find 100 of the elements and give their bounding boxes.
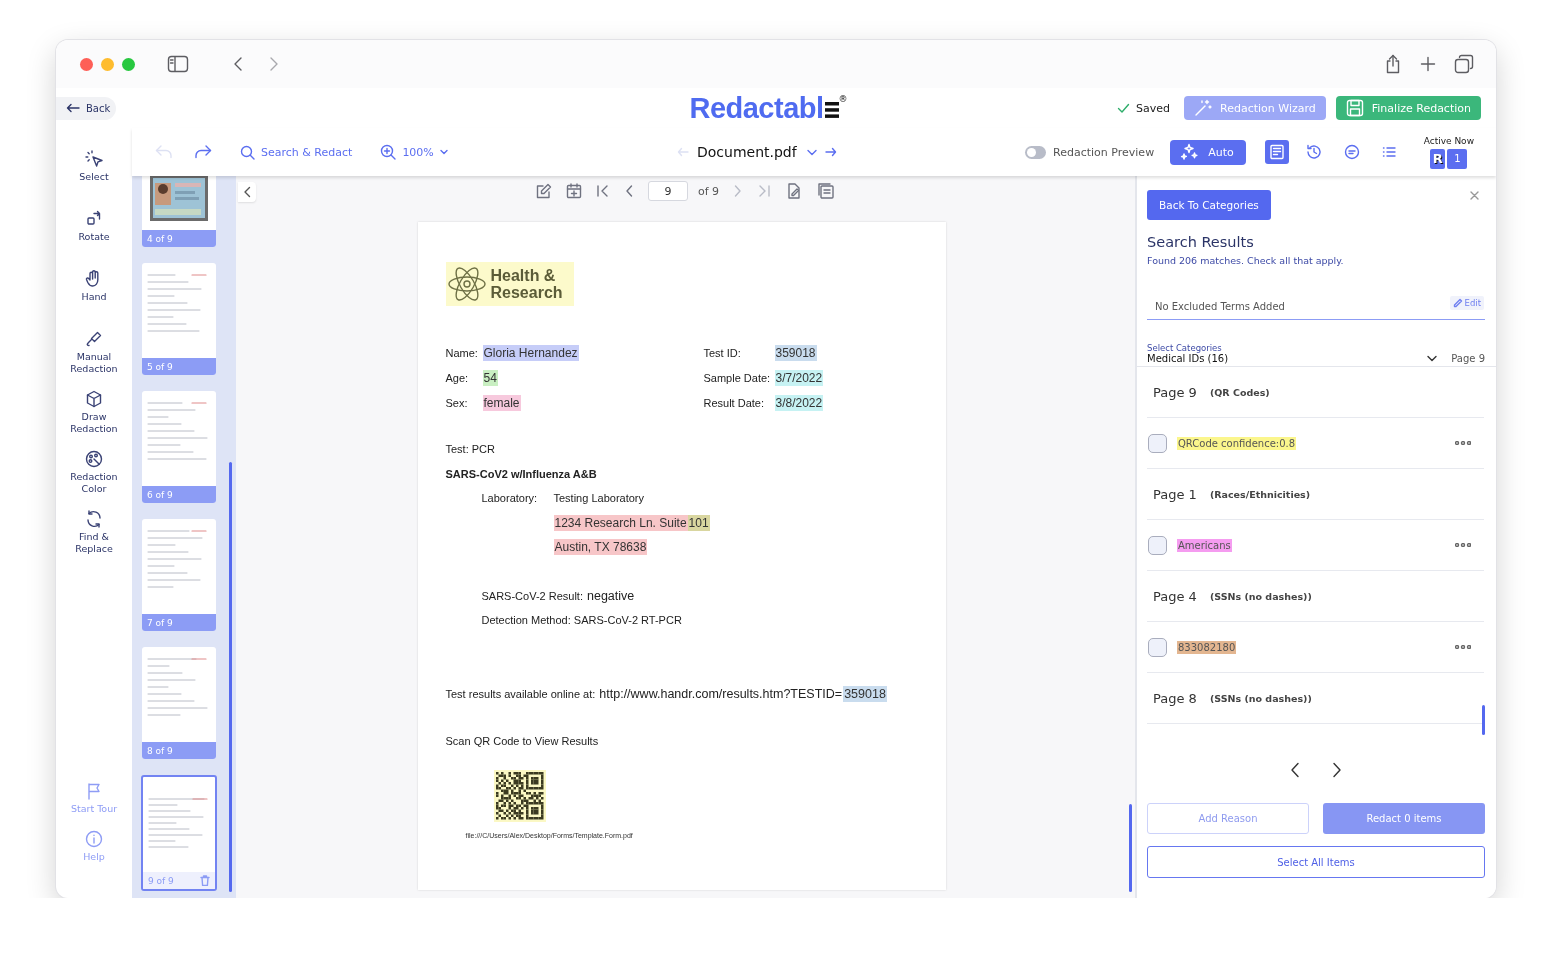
collapse-button[interactable]: [238, 182, 256, 202]
atom-icon: [446, 264, 487, 304]
user-count: 1: [1447, 148, 1468, 169]
chevron-right-icon[interactable]: [1332, 762, 1342, 778]
field-label: Result Date:: [703, 396, 766, 409]
user-avatar[interactable]: R: [1430, 148, 1446, 169]
saved-status: Saved: [1136, 101, 1170, 115]
page-count: of 9: [697, 184, 720, 198]
category-label: (SSNs (no dashes)): [1209, 590, 1312, 602]
chevron-left-icon: [243, 186, 251, 198]
new-tab-icon[interactable]: [1420, 56, 1436, 72]
field-label: Sample Date:: [703, 371, 772, 384]
field-value: female: [482, 394, 521, 411]
first-page-icon[interactable]: [595, 184, 610, 198]
tool-button[interactable]: Help: [59, 830, 129, 866]
cube-icon: [85, 390, 103, 408]
edit-button[interactable]: Edit: [1449, 295, 1484, 310]
tool-button[interactable]: Hand: [59, 270, 129, 318]
address-text: Austin, TX 78638: [553, 539, 648, 556]
sidebar-icon[interactable]: [167, 55, 189, 73]
field-value: 359018: [774, 344, 817, 361]
tool-button[interactable]: Draw Redaction: [59, 390, 129, 438]
back-to-categories-button[interactable]: Back To Categories: [1147, 190, 1271, 220]
back-button[interactable]: Back: [56, 96, 116, 120]
chevron-left-icon[interactable]: [1290, 762, 1300, 778]
tabs-icon[interactable]: [1454, 54, 1474, 74]
history-icon[interactable]: [1305, 144, 1322, 160]
field-label: Age:: [445, 371, 470, 384]
excluded-terms-field[interactable]: No Excluded Terms Added Edit: [1147, 294, 1485, 320]
trash-icon[interactable]: [200, 875, 210, 886]
check-icon: [1117, 103, 1130, 113]
calendar-add-icon[interactable]: [565, 183, 582, 199]
page-heading: Page 1: [1153, 486, 1197, 502]
sparkles-icon: [1180, 143, 1199, 161]
page-thumbnail[interactable]: 7 of 9: [142, 519, 216, 631]
scrollbar[interactable]: [1129, 804, 1132, 892]
page-thumbnail[interactable]: 5 of 9: [142, 263, 216, 375]
thumbnail-label: 7 of 9: [147, 617, 173, 628]
thumbnail-label: 4 of 9: [147, 233, 173, 244]
tool-button[interactable]: Find & Replace: [59, 510, 129, 558]
more-icon[interactable]: [1455, 441, 1471, 445]
tool-button[interactable]: Rotate: [59, 210, 129, 258]
page-thumbnail[interactable]: 9 of 9: [141, 775, 217, 891]
document-name-dropdown[interactable]: Document.pdf: [697, 144, 817, 160]
search-redact-button[interactable]: Search & Redact: [240, 144, 353, 160]
select-all-button[interactable]: Select All Items: [1147, 846, 1485, 878]
match-text: Americans: [1177, 538, 1232, 552]
share-icon[interactable]: [1384, 54, 1402, 74]
cursor-icon: [85, 150, 103, 168]
panel-title: SARS-CoV2 w/Influenza A&B: [445, 466, 598, 482]
info-icon: [85, 830, 103, 848]
arrow-right-icon[interactable]: [824, 147, 837, 157]
field-value: 3/8/2022: [774, 394, 824, 411]
tool-button[interactable]: Redaction Color: [59, 450, 129, 498]
thumbnail-label: 5 of 9: [147, 361, 173, 372]
category-dropdown[interactable]: Medical IDs (16): [1147, 353, 1444, 364]
field-label: SARS-CoV-2 Result:: [481, 589, 583, 602]
window-control[interactable]: [80, 57, 93, 71]
category-label: (Races/Ethnicities): [1209, 488, 1311, 500]
field-label: Select Categories: [1147, 343, 1223, 353]
tool-button[interactable]: Manual Redaction: [59, 330, 129, 378]
search-icon: [240, 144, 255, 160]
checkbox[interactable]: [1148, 433, 1167, 453]
list-icon[interactable]: [1381, 145, 1396, 159]
thumbnail-label: 8 of 9: [147, 745, 173, 756]
redaction-wizard-button[interactable]: Redaction Wizard: [1184, 96, 1326, 120]
match-summary: Found 206 matches. Check all that apply.: [1147, 255, 1345, 266]
scrollbar[interactable]: [1482, 705, 1485, 735]
scan-instruction: Scan QR Code to View Results: [445, 734, 600, 750]
window-control[interactable]: [122, 57, 135, 71]
flag-icon: [85, 782, 103, 800]
page-heading: Page 9: [1153, 384, 1197, 400]
more-icon[interactable]: [1455, 543, 1471, 547]
zoom-in-icon: [380, 144, 397, 160]
field-label: Name:: [445, 346, 479, 359]
finalize-redaction-button[interactable]: Finalize Redaction: [1335, 96, 1481, 120]
edit-note-icon[interactable]: [535, 183, 552, 199]
redo-icon[interactable]: [194, 144, 212, 160]
toggle-switch[interactable]: [1025, 145, 1047, 159]
match-text: QRCode confidence:0.8: [1177, 436, 1297, 450]
checkbox[interactable]: [1148, 535, 1167, 555]
page-number-field[interactable]: 9: [647, 181, 688, 201]
page-thumbnail[interactable]: 6 of 9: [142, 391, 216, 503]
page-thumbnail[interactable]: 8 of 9: [142, 647, 216, 759]
close-icon[interactable]: [1470, 191, 1479, 200]
copy-icon[interactable]: [817, 182, 836, 200]
auto-button[interactable]: Auto: [1170, 139, 1246, 165]
layout-button[interactable]: [1264, 140, 1289, 164]
tool-button[interactable]: Select: [59, 150, 129, 198]
chevron-down-icon: [1427, 355, 1438, 362]
more-icon[interactable]: [1455, 645, 1471, 649]
comment-icon[interactable]: [1343, 144, 1360, 160]
scrollbar[interactable]: [229, 462, 232, 892]
page-thumbnail[interactable]: 4 of 9: [142, 176, 216, 247]
checkbox[interactable]: [1148, 637, 1167, 657]
page-label: Page 9: [1451, 353, 1485, 364]
tool-button[interactable]: Start Tour: [59, 782, 129, 818]
logo-text: Redactabl: [689, 91, 824, 125]
page-heading: Page 4: [1153, 588, 1197, 604]
zoom-dropdown[interactable]: 100%: [380, 144, 448, 160]
